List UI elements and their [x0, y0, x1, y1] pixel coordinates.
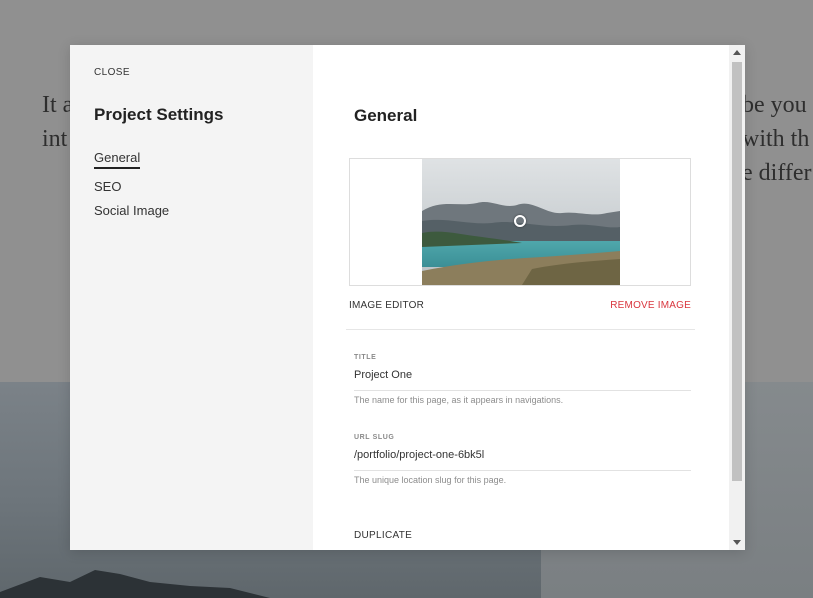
url-slug-help-text: The unique location slug for this page. [354, 475, 507, 485]
background-text-line: int [42, 126, 68, 152]
url-slug-label: URL SLUG [354, 434, 395, 441]
remove-image-button[interactable]: REMOVE IMAGE [610, 300, 691, 311]
title-help-text: The name for this page, as it appears in… [354, 395, 564, 405]
scrollbar-thumb[interactable] [732, 62, 742, 481]
background-text-line: be you [742, 92, 807, 118]
url-slug-input[interactable]: /portfolio/project-one-6bk5l [354, 449, 691, 471]
focal-point-handle[interactable] [514, 215, 526, 227]
nav-item-general[interactable]: General [94, 150, 141, 169]
image-editor-button[interactable]: IMAGE EDITOR [349, 300, 424, 311]
scrollbar[interactable] [729, 45, 745, 550]
title-field: TITLE Project One The name for this page… [354, 354, 691, 405]
url-slug-field: URL SLUG /portfolio/project-one-6bk5l Th… [354, 434, 691, 485]
divider [346, 329, 695, 330]
title-field-label: TITLE [354, 354, 377, 361]
title-input[interactable]: Project One [354, 369, 691, 391]
project-settings-modal: CLOSE Project Settings General SEO Socia… [70, 45, 745, 550]
scroll-up-arrow-icon[interactable] [733, 50, 741, 55]
background-text-right: be you with th e differ [742, 88, 812, 190]
scroll-down-arrow-icon[interactable] [733, 540, 741, 545]
settings-sidebar: CLOSE Project Settings General SEO Socia… [70, 45, 313, 550]
section-title: General [354, 106, 418, 125]
background-text-line: It a [42, 92, 74, 118]
image-preview-box[interactable] [349, 158, 691, 286]
settings-content: General IMAGE EDITOR REMOVE IMAGE TITLE … [313, 45, 729, 550]
background-text-line: with th [742, 126, 810, 152]
nav-item-social-image[interactable]: Social Image [94, 203, 169, 218]
duplicate-button[interactable]: DUPLICATE [354, 530, 412, 541]
background-text-line: e differ [742, 160, 812, 186]
background-text-left: It a int [42, 88, 73, 156]
nav-item-seo[interactable]: SEO [94, 179, 121, 194]
settings-nav: General SEO Social Image [94, 150, 169, 227]
close-button[interactable]: CLOSE [94, 67, 130, 78]
sidebar-title: Project Settings [94, 105, 224, 124]
